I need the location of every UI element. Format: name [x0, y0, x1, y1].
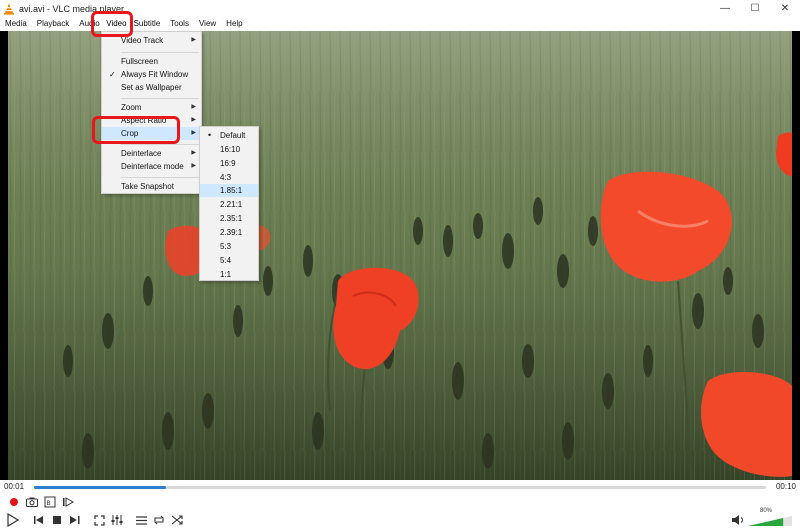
volume-slider[interactable] [748, 516, 792, 526]
submenu-arrow-icon: ▶ [191, 117, 196, 123]
video-menu-dropdown: Video Track ▶ Fullscreen ✓ Always Fit Wi… [101, 31, 202, 194]
total-time: 00:10 [775, 482, 796, 491]
record-button[interactable] [6, 494, 22, 510]
volume-level [748, 518, 784, 526]
annotation-highlight-crop-item [92, 116, 180, 144]
video-letterbox-left [0, 31, 8, 480]
crop-option-2-35-1[interactable]: 2.35:1 [200, 212, 258, 225]
playlist-button[interactable] [133, 512, 149, 528]
crop-option-5-4[interactable]: 5:4 [200, 254, 258, 267]
menu-separator [121, 52, 199, 53]
crop-submenu: • Default 16:10 16:9 4:3 1.85:1 2.21:1 2… [199, 126, 259, 281]
submenu-arrow-icon: ▶ [191, 130, 196, 136]
previous-icon [34, 516, 43, 524]
fullscreen-button[interactable] [91, 512, 107, 528]
submenu-arrow-icon: ▶ [191, 163, 196, 169]
crop-option-2-21-1[interactable]: 2.21:1 [200, 198, 258, 211]
menu-item-deinterlace[interactable]: Deinterlace ▶ [102, 147, 201, 160]
crop-option-default[interactable]: • Default [200, 129, 258, 142]
annotation-highlight-video-menu [91, 11, 133, 37]
frame-step-icon [63, 497, 74, 507]
play-button[interactable] [3, 510, 23, 530]
menu-separator [121, 144, 199, 145]
menu-item-zoom[interactable]: Zoom ▶ [102, 101, 201, 114]
shuffle-icon [171, 515, 183, 525]
submenu-arrow-icon: ▶ [191, 104, 196, 110]
seek-progress [34, 486, 166, 489]
menu-view[interactable]: View [194, 17, 221, 31]
menu-item-fullscreen[interactable]: Fullscreen [102, 55, 201, 68]
advanced-controls: B [0, 494, 800, 510]
equalizer-icon [111, 515, 123, 525]
loop-ab-button[interactable]: B [42, 494, 58, 510]
svg-text:B: B [47, 500, 51, 507]
submenu-arrow-icon: ▶ [191, 150, 196, 156]
volume-control[interactable]: 80% [732, 508, 796, 528]
close-button[interactable]: ✕ [770, 0, 800, 17]
elapsed-time: 00:01 [4, 482, 25, 491]
stop-icon [53, 516, 61, 524]
menu-help[interactable]: Help [221, 17, 247, 31]
menu-separator [121, 177, 199, 178]
crop-option-2-39-1[interactable]: 2.39:1 [200, 226, 258, 239]
next-icon [70, 516, 80, 524]
loop-ab-icon: B [44, 496, 56, 508]
next-button[interactable] [67, 512, 83, 528]
seek-slider[interactable] [34, 486, 766, 489]
frame-step-button[interactable] [60, 494, 76, 510]
crop-option-16-9[interactable]: 16:9 [200, 157, 258, 170]
play-icon [7, 513, 19, 527]
crop-option-16-10[interactable]: 16:10 [200, 143, 258, 156]
shuffle-button[interactable] [169, 512, 185, 528]
checkmark-icon: ✓ [109, 70, 116, 79]
loop-icon [153, 515, 165, 525]
menu-separator [121, 98, 199, 99]
menu-tools[interactable]: Tools [165, 17, 194, 31]
main-controls [0, 510, 800, 530]
vlc-cone-icon [3, 3, 15, 15]
speaker-icon[interactable] [732, 515, 744, 527]
menu-item-set-as-wallpaper[interactable]: Set as Wallpaper [102, 81, 201, 94]
record-icon [10, 498, 18, 506]
camera-icon [26, 497, 38, 507]
menu-playback[interactable]: Playback [32, 17, 74, 31]
loop-button[interactable] [151, 512, 167, 528]
crop-option-5-3[interactable]: 5:3 [200, 240, 258, 253]
maximize-button[interactable]: ☐ [740, 0, 770, 17]
crop-option-4-3[interactable]: 4:3 [200, 171, 258, 184]
crop-option-1-1[interactable]: 1:1 [200, 268, 258, 281]
menu-item-deinterlace-mode[interactable]: Deinterlace mode ▶ [102, 160, 201, 173]
snapshot-button[interactable] [24, 494, 40, 510]
playlist-icon [135, 515, 147, 525]
submenu-arrow-icon: ▶ [191, 37, 196, 43]
volume-percent: 80% [760, 508, 773, 514]
menu-media[interactable]: Media [0, 17, 32, 31]
previous-button[interactable] [31, 512, 47, 528]
menu-item-always-fit-window[interactable]: ✓ Always Fit Window [102, 68, 201, 81]
fullscreen-icon [93, 514, 105, 526]
radio-dot-icon: • [208, 130, 212, 140]
menu-subtitle[interactable]: Subtitle [132, 17, 166, 31]
window-controls: — ☐ ✕ [710, 0, 800, 17]
seek-bar-row: 00:01 00:10 [0, 480, 800, 494]
extended-settings-button[interactable] [109, 512, 125, 528]
stop-button[interactable] [49, 512, 65, 528]
video-letterbox-right [792, 31, 800, 480]
crop-option-1-85-1[interactable]: 1.85:1 [200, 184, 258, 197]
minimize-button[interactable]: — [710, 0, 740, 17]
menu-item-take-snapshot[interactable]: Take Snapshot [102, 180, 201, 193]
